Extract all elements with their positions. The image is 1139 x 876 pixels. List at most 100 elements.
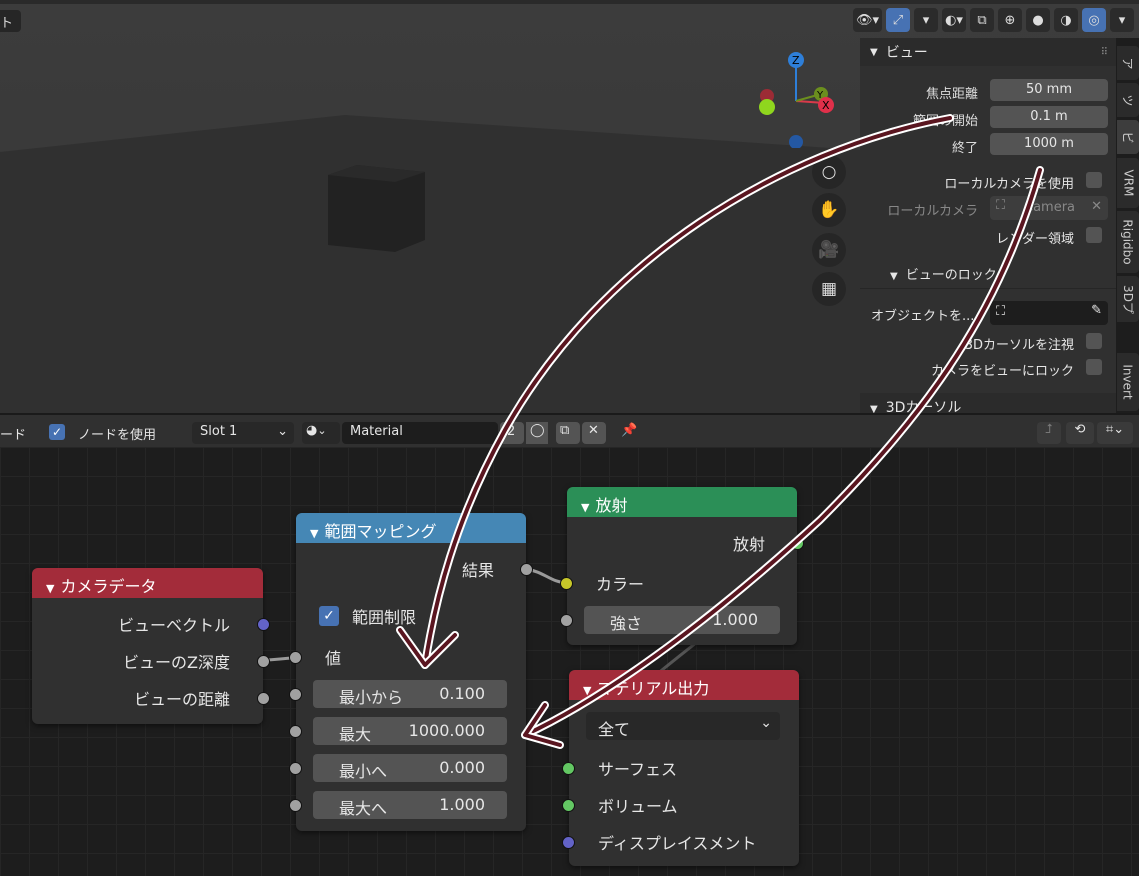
node-emission[interactable]: ▼ 放射 放射 カラー 強さ 1.000	[560, 487, 804, 645]
parent-tree-icon[interactable]: ⮥	[1037, 422, 1061, 444]
target-dropdown[interactable]: 全て ⌄	[586, 712, 780, 740]
editor-type-label[interactable]: ード	[0, 424, 26, 446]
eyedropper-icon[interactable]: ✎	[1091, 303, 1102, 318]
local-camera-field[interactable]: Camera ⛶ ✕	[990, 196, 1108, 220]
field-value: 0.100	[439, 684, 485, 703]
lock-camera-label: カメラをビューにロック	[930, 364, 1074, 379]
xray-icon[interactable]: ⧉	[970, 8, 994, 32]
focal-length-field[interactable]: 50 mm	[990, 79, 1108, 101]
input-to-max: 最大へ 1.000	[289, 791, 526, 819]
input-socket[interactable]	[289, 799, 302, 812]
floor-plane	[0, 115, 860, 413]
clip-start-field[interactable]: 0.1 m	[990, 106, 1108, 128]
tab-item[interactable]: ア	[1117, 46, 1139, 80]
solid-shading-icon[interactable]: ●	[1026, 8, 1050, 32]
view-lock-title: ビューのロック	[905, 268, 997, 283]
from-min-field[interactable]: 最小から 0.100	[313, 680, 507, 708]
input-socket[interactable]	[289, 651, 302, 664]
local-camera-use-label: ローカルカメラを使用	[944, 177, 1074, 192]
input-socket[interactable]	[289, 725, 302, 738]
pin-icon[interactable]: 📌	[617, 422, 641, 444]
tab-invert[interactable]: Invert	[1117, 353, 1139, 411]
node-header[interactable]: ▼ カメラデータ	[32, 568, 263, 598]
view-section-header[interactable]: ▼ ビュー ⠿	[860, 38, 1116, 66]
to-max-field[interactable]: 最大へ 1.000	[313, 791, 507, 819]
duplicate-icon[interactable]: ⧉	[556, 422, 580, 444]
tab-vrm[interactable]: VRM	[1117, 158, 1139, 208]
snap-icon[interactable]: ⟲	[1066, 422, 1094, 444]
strength-field[interactable]: 強さ 1.000	[584, 606, 780, 634]
pan-hand-icon[interactable]: ✋	[812, 193, 846, 227]
tab-3d-print[interactable]: 3Dプ	[1117, 276, 1139, 322]
clip-end-field[interactable]: 1000 m	[990, 133, 1108, 155]
lock-cursor-label: 3Dカーソルを注視	[964, 338, 1074, 353]
visibility-icon[interactable]: 👁▾	[852, 8, 882, 32]
output-socket[interactable]	[257, 692, 270, 705]
input-socket[interactable]	[289, 688, 302, 701]
node-header[interactable]: ▼ マテリアル出力	[569, 670, 799, 700]
local-camera-value: Camera	[1024, 200, 1076, 215]
input-socket[interactable]	[562, 836, 575, 849]
socket-label: サーフェス	[598, 760, 678, 779]
input-socket[interactable]	[562, 762, 575, 775]
view-lock-subheader[interactable]: ▼ ビューのロック	[890, 264, 997, 283]
clamp-checkbox[interactable]: ✓	[319, 606, 339, 626]
input-socket[interactable]	[560, 614, 573, 627]
clear-icon[interactable]: ✕	[1091, 199, 1102, 214]
tab-rigidbody[interactable]: Rigidbo	[1117, 211, 1139, 273]
slot-dropdown[interactable]: Slot 1 ⌄	[192, 422, 294, 444]
node-canvas[interactable]: ▼ カメラデータ ビューベクトル ビューのZ深度 ビューの距離 ▼ 範囲マッピング …	[0, 447, 1139, 876]
output-socket[interactable]	[791, 537, 804, 550]
material-shading-icon[interactable]: ◑	[1054, 8, 1078, 32]
input-socket[interactable]	[289, 762, 302, 775]
input-socket[interactable]	[562, 799, 575, 812]
to-min-field[interactable]: 最小へ 0.000	[313, 754, 507, 782]
perspective-grid-icon[interactable]: ▦	[812, 272, 846, 306]
tab-view[interactable]: ビ	[1117, 120, 1139, 154]
axis-gizmo[interactable]: Z Y X	[755, 48, 835, 148]
output-view-z-depth: ビューのZ深度	[32, 647, 270, 675]
node-camera-data[interactable]: ▼ カメラデータ ビューベクトル ビューのZ深度 ビューの距離	[32, 568, 270, 724]
lock-object-field[interactable]: ⛶ ✎	[990, 301, 1108, 325]
input-socket[interactable]	[560, 577, 573, 590]
output-view-vector: ビューベクトル	[32, 610, 270, 638]
lock-camera-checkbox[interactable]	[1086, 359, 1102, 375]
wireframe-shading-icon[interactable]: ⊕	[998, 8, 1022, 32]
input-from-max: 最大 1000.000	[289, 717, 526, 745]
camera-view-icon[interactable]: 🎥	[812, 233, 846, 267]
input-displacement: ディスプレイスメント	[562, 828, 799, 856]
from-max-field[interactable]: 最大 1000.000	[313, 717, 507, 745]
node-map-range[interactable]: ▼ 範囲マッピング 結果 ✓ 範囲制限 値 最小から 0.100 最大 1000.…	[289, 513, 533, 831]
output-socket[interactable]	[257, 655, 270, 668]
fake-user-icon[interactable]: ◯	[526, 422, 548, 444]
output-socket[interactable]	[257, 618, 270, 631]
user-count-badge[interactable]: 2	[500, 422, 524, 444]
socket-label: 放射	[732, 535, 765, 554]
node-header[interactable]: ▼ 範囲マッピング	[296, 513, 526, 543]
chevron-down-icon: ⌄	[317, 424, 327, 437]
material-browse-button[interactable]: ◕⌄	[302, 422, 340, 444]
editor-mode-label[interactable]: ト	[0, 10, 22, 32]
snap-mode-icon[interactable]: ⌗⌄	[1097, 422, 1133, 444]
render-region-checkbox[interactable]	[1086, 227, 1102, 243]
chevron-down-icon: ⌄	[760, 715, 772, 731]
local-camera-use-checkbox[interactable]	[1086, 172, 1102, 188]
node-material-output[interactable]: ▼ マテリアル出力 全て ⌄ サーフェス ボリューム ディスプレイスメント	[562, 670, 799, 866]
use-nodes-checkbox[interactable]: ✓	[49, 424, 65, 440]
gizmo-dropdown-icon[interactable]: ▾	[914, 8, 938, 32]
material-name-field[interactable]: Material	[342, 422, 498, 444]
tab-tool[interactable]: ツ	[1117, 83, 1139, 117]
output-socket[interactable]	[520, 563, 533, 576]
overlay-icon[interactable]: ◐▾	[942, 8, 966, 32]
shading-dropdown-icon[interactable]: ▾	[1110, 8, 1134, 32]
clamp-row: ✓ 範囲制限	[296, 601, 526, 629]
rendered-shading-icon[interactable]: ◎	[1082, 8, 1106, 32]
zoom-icon[interactable]: ○	[812, 155, 846, 189]
gizmo-toggle-icon[interactable]: ⤢	[886, 8, 910, 32]
field-value: 1.000	[439, 795, 485, 814]
lock-cursor-checkbox[interactable]	[1086, 333, 1102, 349]
unlink-icon[interactable]: ✕	[582, 422, 606, 444]
node-header[interactable]: ▼ 放射	[567, 487, 797, 517]
cursor-section-header[interactable]: ▼ 3Dカーソル	[860, 393, 1116, 416]
socket-label: ボリューム	[598, 797, 678, 816]
